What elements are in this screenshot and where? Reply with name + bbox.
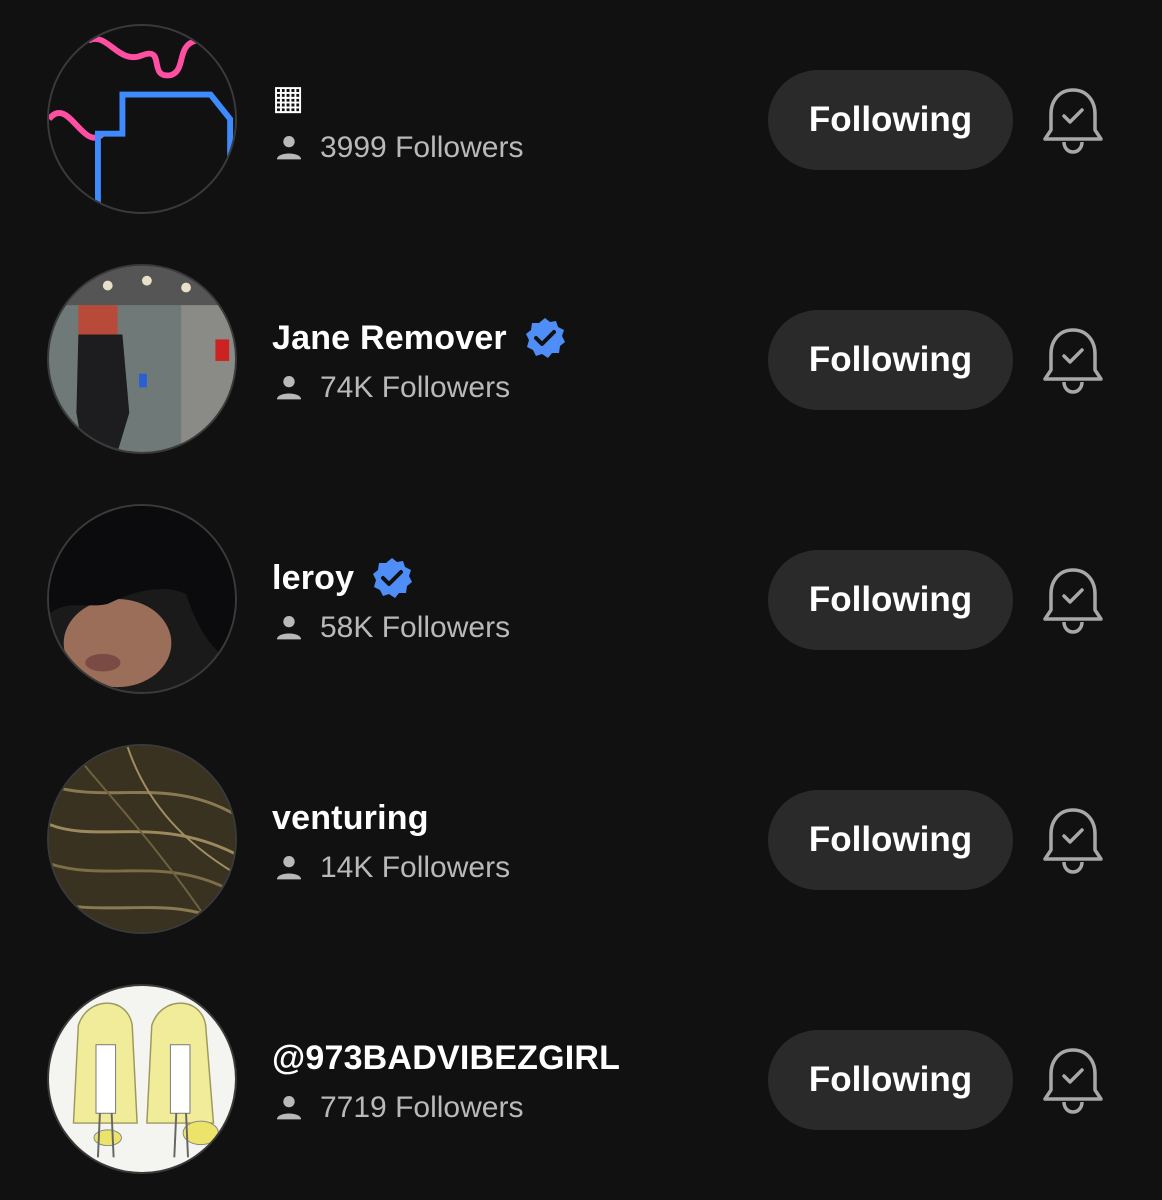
person-icon — [276, 135, 302, 160]
following-button[interactable]: Following — [768, 70, 1013, 170]
notification-bell-icon[interactable] — [1042, 566, 1104, 636]
list-item[interactable]: venturing 14K Followers Following — [0, 720, 1162, 960]
follower-count: 14K Followers — [320, 851, 511, 884]
follower-count: 74K Followers — [320, 371, 511, 404]
notification-bell-icon[interactable] — [1042, 326, 1104, 396]
following-button[interactable]: Following — [768, 1030, 1013, 1130]
avatar[interactable] — [47, 504, 237, 694]
follower-count: 3999 Followers — [320, 131, 524, 164]
notification-bell-icon[interactable] — [1042, 86, 1104, 156]
avatar[interactable] — [47, 264, 237, 454]
list-item[interactable]: @973BADVIBEZGIRL 7719 Followers Followin… — [0, 960, 1162, 1200]
avatar[interactable] — [47, 984, 237, 1174]
follower-count: 58K Followers — [320, 611, 511, 644]
avatar[interactable] — [47, 744, 237, 934]
verified-badge-icon — [373, 558, 413, 598]
account-name[interactable]: ▦ — [272, 78, 304, 118]
list-item[interactable]: ▦ 3999 Followers Following — [0, 0, 1162, 240]
avatar[interactable] — [47, 24, 237, 214]
person-icon — [276, 375, 302, 400]
follower-count: 7719 Followers — [320, 1091, 524, 1124]
verified-badge-icon — [525, 318, 565, 358]
account-name[interactable]: @973BADVIBEZGIRL — [272, 1039, 620, 1078]
person-icon — [276, 615, 302, 640]
list-item[interactable]: leroy 58K Followers Following — [0, 480, 1162, 720]
notification-bell-icon[interactable] — [1042, 806, 1104, 876]
following-list: ▦ 3999 Followers Following Jane Remover … — [0, 0, 1162, 1200]
list-item[interactable]: Jane Remover 74K Followers Following — [0, 240, 1162, 480]
account-name[interactable]: leroy — [272, 559, 354, 598]
following-button[interactable]: Following — [768, 310, 1013, 410]
person-icon — [276, 1095, 302, 1120]
person-icon — [276, 855, 302, 880]
account-name[interactable]: venturing — [272, 799, 429, 838]
following-button[interactable]: Following — [768, 790, 1013, 890]
account-name[interactable]: Jane Remover — [272, 319, 507, 358]
notification-bell-icon[interactable] — [1042, 1046, 1104, 1116]
following-button[interactable]: Following — [768, 550, 1013, 650]
